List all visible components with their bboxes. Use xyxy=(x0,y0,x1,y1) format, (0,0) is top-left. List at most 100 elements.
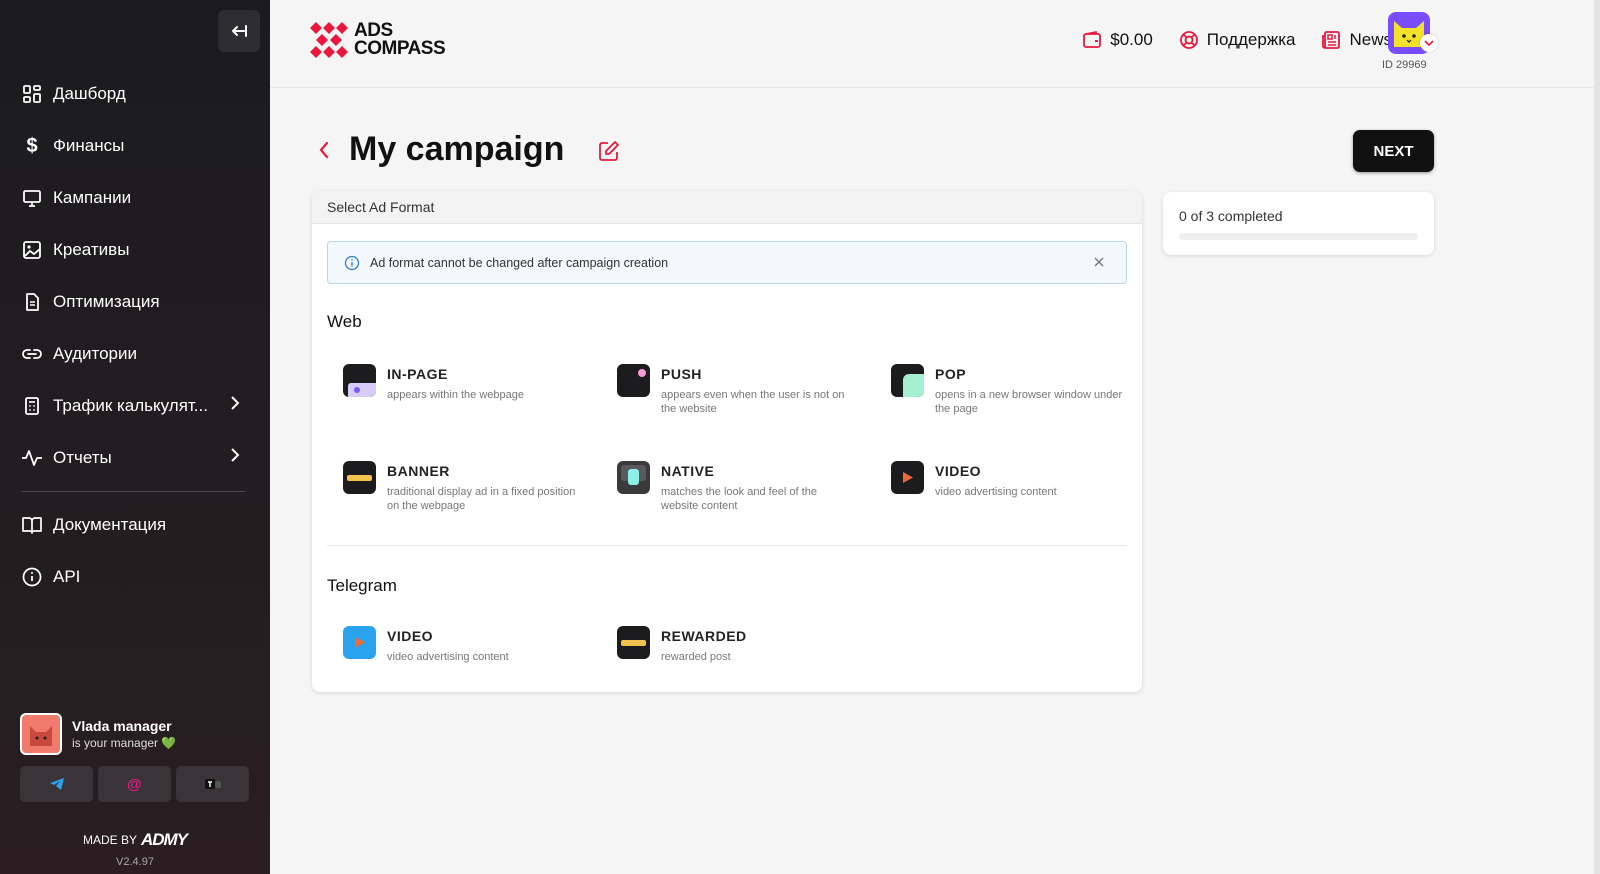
user-menu-toggle[interactable] xyxy=(1420,34,1438,52)
manager-contacts: @ xyxy=(20,766,249,802)
progress-card: 0 of 3 completed xyxy=(1163,192,1434,255)
format-description: traditional display ad in a fixed positi… xyxy=(387,486,576,512)
page-title: My campaign xyxy=(349,130,565,168)
sidebar-item-optimization[interactable]: Оптимизация xyxy=(0,276,270,328)
wallet-icon xyxy=(1083,31,1102,48)
top-header: ADS COMPASS $0.00 Поддержка News ID 2996… xyxy=(270,0,1600,88)
sidebar-item-reports[interactable]: Отчеты xyxy=(0,432,270,484)
activity-icon xyxy=(21,447,43,469)
telegram-icon xyxy=(49,778,64,790)
format-name: VIDEO xyxy=(935,463,982,479)
manager-subtitle: is your manager 💚 xyxy=(72,736,177,750)
format-name: BANNER xyxy=(387,463,450,479)
admy-logo: ADMY xyxy=(140,830,188,849)
alert-text: Ad format cannot be changed after campai… xyxy=(370,255,669,270)
telegram-contact-button[interactable] xyxy=(20,766,93,802)
format-name: NATIVE xyxy=(661,463,715,479)
next-button[interactable]: NEXT xyxy=(1353,130,1434,172)
section-title-telegram: Telegram xyxy=(327,576,397,595)
chevron-down-icon xyxy=(1424,40,1434,47)
sidebar-divider xyxy=(21,491,246,492)
sidebar-item-audiences[interactable]: Аудитории xyxy=(0,328,270,380)
balance-button[interactable]: $0.00 xyxy=(1082,30,1153,50)
collapse-sidebar-button[interactable] xyxy=(218,10,260,52)
sidebar-item-traffic-calculator[interactable]: Трафик калькулят... xyxy=(0,380,270,432)
format-description: video advertising content xyxy=(387,651,509,663)
pop-format-icon xyxy=(891,364,924,397)
sidebar-item-label: Документация xyxy=(53,515,167,534)
info-icon xyxy=(344,255,360,271)
newspaper-icon xyxy=(1322,31,1341,49)
format-name: PUSH xyxy=(661,366,702,382)
video-format-icon xyxy=(891,461,924,494)
sidebar-nav: Дашборд $ Финансы Кампании Креативы Опти… xyxy=(0,68,270,603)
banner-format-icon xyxy=(343,461,376,494)
chevron-left-icon xyxy=(319,141,329,159)
format-option-in-page[interactable]: IN-PAGE appears within the webpage xyxy=(343,364,588,402)
sidebar-item-label: Финансы xyxy=(53,136,125,155)
edit-title-button[interactable] xyxy=(598,140,620,167)
sidebar-item-campaigns[interactable]: Кампании xyxy=(0,172,270,224)
support-button[interactable]: Поддержка xyxy=(1179,30,1296,50)
sidebar-item-creatives[interactable]: Креативы xyxy=(0,224,270,276)
dollar-icon: $ xyxy=(26,134,38,157)
manager-name: Vlada manager xyxy=(72,718,172,734)
cat-avatar-icon xyxy=(30,726,52,746)
section-title-web: Web xyxy=(327,312,362,331)
format-description: video advertising content xyxy=(935,486,1057,498)
format-option-telegram-video[interactable]: VIDEO video advertising content xyxy=(343,626,588,664)
header-actions: $0.00 Поддержка News xyxy=(1082,26,1398,50)
format-description: matches the look and feel of the website… xyxy=(661,486,817,512)
sidebar-item-label: Трафик калькулят... xyxy=(53,396,208,415)
sidebar-item-label: Кампании xyxy=(53,188,132,207)
edit-icon xyxy=(599,141,619,161)
progress-bar xyxy=(1179,233,1418,240)
format-description: opens in a new browser window under the … xyxy=(935,389,1123,415)
sidebar-item-label: API xyxy=(53,567,81,586)
made-by-label: MADE BY xyxy=(82,833,137,847)
format-option-push[interactable]: PUSH appears even when the user is not o… xyxy=(617,364,862,416)
support-label: Поддержка xyxy=(1206,30,1296,49)
format-option-pop[interactable]: POP opens in a new browser window under … xyxy=(891,364,1136,416)
teams-contact-button[interactable] xyxy=(176,766,249,802)
sidebar-item-finance[interactable]: $ Финансы xyxy=(0,120,270,172)
sidebar-item-api[interactable]: API xyxy=(0,551,270,603)
diamond-logo-icon xyxy=(310,22,348,58)
sidebar-item-label: Аудитории xyxy=(53,344,137,363)
section-divider xyxy=(327,545,1127,546)
document-icon xyxy=(21,291,43,313)
sidebar: Дашборд $ Финансы Кампании Креативы Опти… xyxy=(0,0,270,874)
format-option-native[interactable]: NATIVE matches the look and feel of the … xyxy=(617,461,862,513)
format-option-rewarded[interactable]: REWARDED rewarded post xyxy=(617,626,862,664)
progress-text: 0 of 3 completed xyxy=(1179,208,1283,224)
news-label: News xyxy=(1349,30,1392,49)
app-version: V2.4.97 xyxy=(116,856,154,868)
news-button[interactable]: News xyxy=(1321,26,1398,50)
info-icon xyxy=(21,566,43,588)
format-name: POP xyxy=(935,366,967,382)
rewarded-format-icon xyxy=(617,626,650,659)
balance-value: $0.00 xyxy=(1110,30,1153,49)
sidebar-item-label: Креативы xyxy=(53,240,130,259)
calculator-icon xyxy=(21,395,43,417)
manager-card: Vlada manager is your manager 💚 xyxy=(20,713,176,755)
link-icon xyxy=(21,343,43,365)
in-page-format-icon xyxy=(343,364,376,397)
format-option-video[interactable]: VIDEO video advertising content xyxy=(891,461,1136,499)
close-alert-icon[interactable] xyxy=(1092,255,1106,272)
sidebar-item-dashboard[interactable]: Дашборд xyxy=(0,68,270,120)
page-scrollbar[interactable] xyxy=(1594,0,1600,874)
sidebar-item-label: Дашборд xyxy=(53,84,126,103)
logo-text-compass: COMPASS xyxy=(354,38,446,59)
chevron-right-icon xyxy=(230,447,240,468)
email-contact-button[interactable]: @ xyxy=(98,766,171,802)
format-description: appears even when the user is not on the… xyxy=(661,389,845,415)
monitor-icon xyxy=(21,187,43,209)
back-button[interactable] xyxy=(318,140,330,165)
ad-format-card: Select Ad Format Ad format cannot be cha… xyxy=(312,191,1142,692)
format-option-banner[interactable]: BANNER traditional display ad in a fixed… xyxy=(343,461,588,513)
push-format-icon xyxy=(617,364,650,397)
ads-compass-logo[interactable]: ADS COMPASS xyxy=(310,21,446,59)
format-name: VIDEO xyxy=(387,628,434,644)
sidebar-item-documentation[interactable]: Документация xyxy=(0,499,270,551)
